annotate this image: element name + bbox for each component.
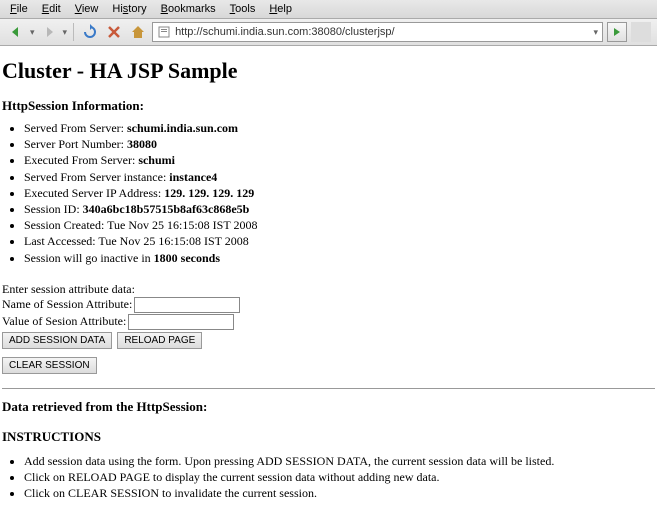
menu-file[interactable]: File bbox=[4, 2, 34, 16]
reload-page-button[interactable]: RELOAD PAGE bbox=[117, 332, 202, 349]
list-item: Session ID: 340a6bc18b57515b8af63c868e5b bbox=[24, 201, 655, 217]
forward-dropdown-icon[interactable]: ▾ bbox=[63, 27, 68, 38]
instructions-list: Add session data using the form. Upon pr… bbox=[24, 453, 655, 502]
list-item: Add session data using the form. Upon pr… bbox=[24, 453, 655, 469]
menu-history[interactable]: History bbox=[106, 2, 152, 16]
page-title: Cluster - HA JSP Sample bbox=[2, 58, 655, 84]
home-button[interactable] bbox=[128, 22, 148, 42]
menu-tools[interactable]: Tools bbox=[224, 2, 262, 16]
form-prompt: Enter session attribute data: bbox=[2, 282, 655, 297]
button-row-2: CLEAR SESSION bbox=[2, 357, 655, 374]
add-session-data-button[interactable]: ADD SESSION DATA bbox=[2, 332, 112, 349]
list-item: Click on RELOAD PAGE to display the curr… bbox=[24, 469, 655, 485]
back-button[interactable] bbox=[6, 22, 26, 42]
toolbar: ▾ ▾ http://schumi.india.sun.com:38080/cl… bbox=[0, 19, 657, 46]
list-item: Last Accessed: Tue Nov 25 16:15:08 IST 2… bbox=[24, 233, 655, 249]
name-label: Name of Session Attribute: bbox=[2, 297, 132, 312]
url-text[interactable]: http://schumi.india.sun.com:38080/cluste… bbox=[175, 26, 593, 38]
clear-session-button[interactable]: CLEAR SESSION bbox=[2, 357, 97, 374]
list-item: Server Port Number: 38080 bbox=[24, 136, 655, 152]
value-label: Value of Sesion Attribute: bbox=[2, 314, 126, 329]
list-item: Served From Server instance: instance4 bbox=[24, 169, 655, 185]
value-input[interactable] bbox=[128, 314, 234, 330]
throbber-icon bbox=[631, 22, 651, 42]
back-dropdown-icon[interactable]: ▾ bbox=[30, 27, 35, 38]
reload-button[interactable] bbox=[80, 22, 100, 42]
list-item: Executed From Server: schumi bbox=[24, 152, 655, 168]
form-row-name: Name of Session Attribute: bbox=[2, 297, 655, 313]
name-input[interactable] bbox=[134, 297, 240, 313]
page-icon bbox=[157, 25, 171, 39]
menu-view[interactable]: View bbox=[69, 2, 105, 16]
menu-help[interactable]: Help bbox=[263, 2, 298, 16]
section-head-httpsession: HttpSession Information: bbox=[2, 98, 655, 114]
list-item: Click on CLEAR SESSION to invalidate the… bbox=[24, 485, 655, 501]
section-head-retrieved: Data retrieved from the HttpSession: bbox=[2, 399, 655, 415]
page-content: Cluster - HA JSP Sample HttpSession Info… bbox=[0, 46, 657, 505]
toolbar-separator bbox=[73, 23, 74, 41]
form-row-value: Value of Sesion Attribute: bbox=[2, 314, 655, 330]
url-bar[interactable]: http://schumi.india.sun.com:38080/cluste… bbox=[152, 22, 603, 42]
list-item: Served From Server: schumi.india.sun.com bbox=[24, 120, 655, 136]
forward-button[interactable] bbox=[39, 22, 59, 42]
form-section: Enter session attribute data: Name of Se… bbox=[2, 282, 655, 374]
menubar: File Edit View History Bookmarks Tools H… bbox=[0, 0, 657, 19]
button-row-1: ADD SESSION DATA RELOAD PAGE bbox=[2, 332, 655, 349]
instructions-head: INSTRUCTIONS bbox=[2, 429, 655, 445]
list-item: Session will go inactive in 1800 seconds bbox=[24, 250, 655, 266]
menu-edit[interactable]: Edit bbox=[36, 2, 67, 16]
stop-button[interactable] bbox=[104, 22, 124, 42]
info-list: Served From Server: schumi.india.sun.com… bbox=[24, 120, 655, 266]
list-item: Executed Server IP Address: 129. 129. 12… bbox=[24, 185, 655, 201]
list-item: Session Created: Tue Nov 25 16:15:08 IST… bbox=[24, 217, 655, 233]
menu-bookmarks[interactable]: Bookmarks bbox=[155, 2, 222, 16]
divider bbox=[2, 388, 655, 389]
go-button[interactable] bbox=[607, 22, 627, 42]
url-dropdown-icon[interactable]: ▾ bbox=[593, 27, 598, 38]
